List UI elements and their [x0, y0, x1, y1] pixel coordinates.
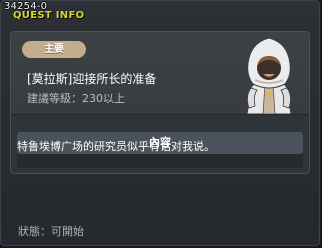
quest-header: 主要 [莫拉斯]迎接所长的准备 建議等級：230以上 — [11, 32, 309, 115]
quest-description: 特鲁埃博广场的研究员似乎有话对我说。 — [17, 140, 215, 153]
window-title: QUEST INFO — [13, 10, 85, 21]
quest-category-badge: 主要 — [22, 41, 86, 58]
quest-name: [莫拉斯]迎接所长的准备 — [27, 72, 157, 86]
npc-portrait — [246, 37, 292, 114]
quest-info-window: 34254-0 QUEST INFO 主要 [莫拉斯]迎接所长的准备 建議等級：… — [0, 0, 320, 246]
quest-level-requirement: 建議等級：230以上 — [27, 92, 125, 105]
quest-status: 狀態：可開始 — [18, 225, 84, 238]
